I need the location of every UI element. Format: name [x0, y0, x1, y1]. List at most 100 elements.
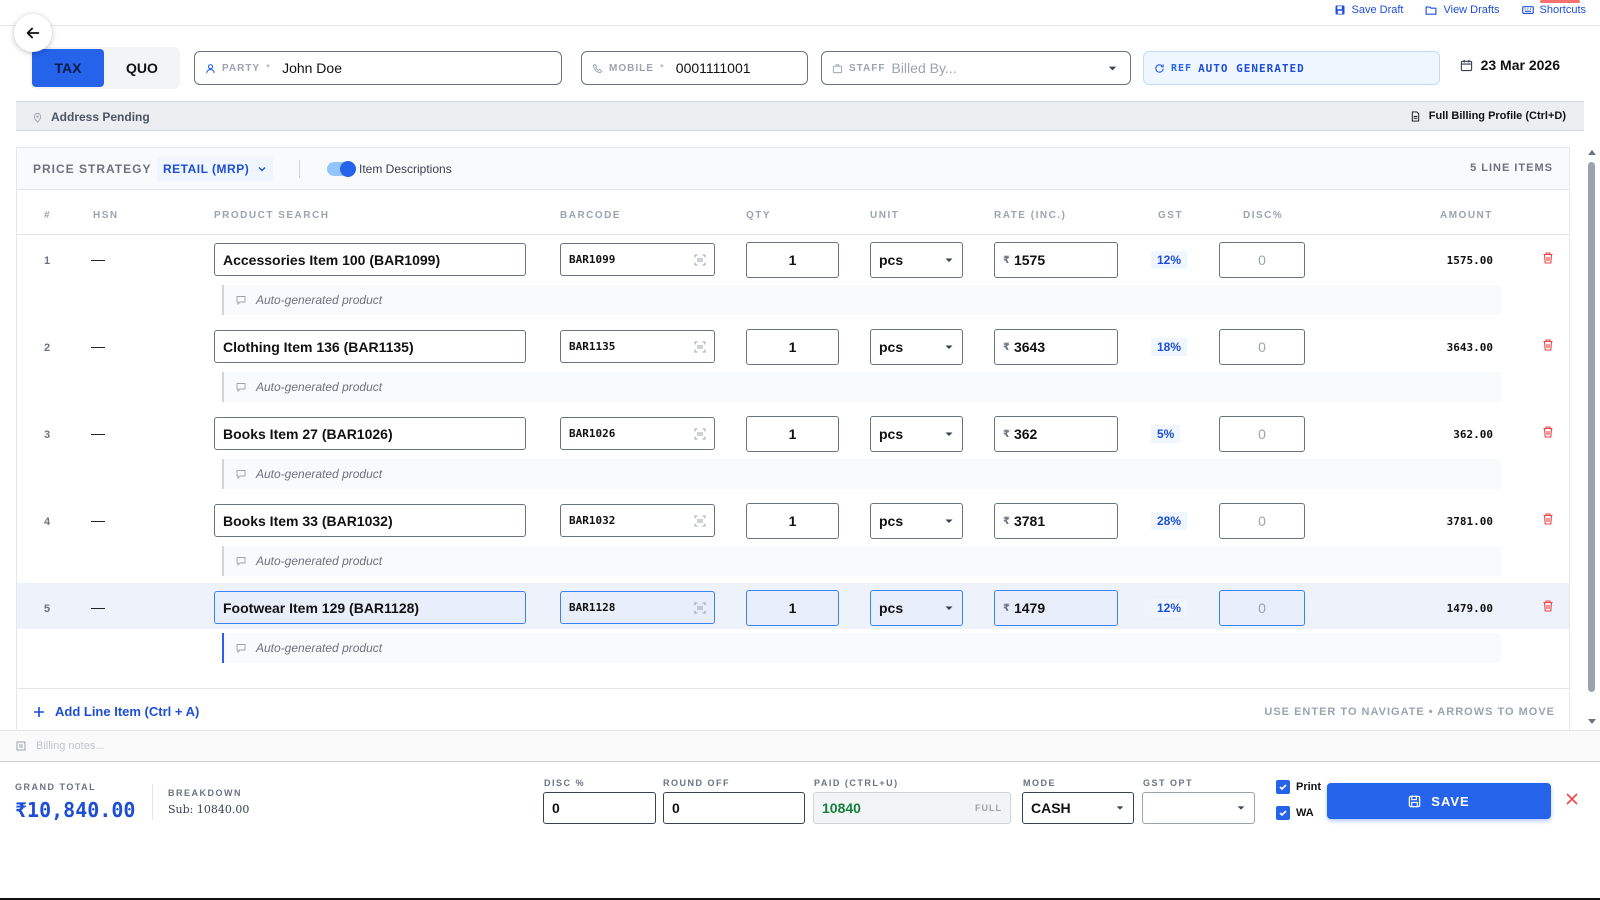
trash-icon[interactable] [1541, 338, 1555, 352]
back-button[interactable] [14, 14, 52, 52]
row-number: 3 [44, 429, 51, 441]
trash-icon[interactable] [1541, 251, 1555, 265]
qty-input[interactable]: 1 [746, 590, 839, 626]
product-search-input[interactable]: Books Item 27 (BAR1026) [214, 417, 526, 450]
qty-input[interactable]: 1 [746, 242, 839, 278]
item-description-text: Auto-generated product [256, 380, 383, 394]
trash-icon[interactable] [1541, 425, 1555, 439]
billing-notes-input[interactable]: Billing notes... [0, 730, 1600, 762]
address-status[interactable]: Address Pending [32, 110, 150, 124]
gst-opt-select[interactable] [1142, 792, 1255, 824]
mobile-value: 0001111001 [675, 60, 751, 76]
discount-percent-value: 0 [1258, 252, 1266, 268]
discount-value: 0 [552, 800, 560, 816]
print-checkbox[interactable]: Print [1276, 780, 1321, 794]
row-hsn: — [91, 251, 105, 267]
barcode-scan-icon[interactable] [694, 254, 706, 266]
round-off-input[interactable]: 0 [663, 792, 805, 824]
item-description[interactable]: Auto-generated product [222, 459, 1501, 489]
save-draft-button[interactable]: Save Draft [1334, 4, 1403, 16]
discount-percent-input[interactable]: 0 [1219, 242, 1305, 278]
rate-input[interactable]: ₹1575 [994, 242, 1118, 278]
payment-mode-select[interactable]: CASH [1022, 792, 1134, 824]
barcode-input[interactable]: BAR1032 [560, 504, 715, 537]
qty-value: 1 [788, 339, 797, 355]
address-bar: Address Pending Full Billing Profile (Ct… [16, 101, 1584, 131]
discount-percent-input[interactable]: 0 [1219, 503, 1305, 539]
product-search-input[interactable]: Footwear Item 129 (BAR1128) [214, 591, 526, 624]
view-drafts-button[interactable]: View Drafts [1425, 4, 1500, 16]
discount-percent-input[interactable]: 0 [1219, 416, 1305, 452]
document-icon [1411, 110, 1419, 122]
row-amount: 362.00 [1453, 428, 1493, 441]
barcode-value: BAR1026 [569, 427, 616, 440]
gst-opt-label: GST OPT [1143, 778, 1194, 788]
address-status-text: Address Pending [51, 110, 150, 124]
barcode-input[interactable]: BAR1128 [560, 591, 715, 624]
discount-percent-input[interactable]: 0 [1219, 590, 1305, 626]
product-search-input[interactable]: Books Item 33 (BAR1032) [214, 504, 526, 537]
party-field[interactable]: PARTY * John Doe [194, 51, 562, 85]
barcode-scan-icon[interactable] [694, 341, 706, 353]
rupee-symbol: ₹ [1003, 602, 1010, 614]
scrollbar[interactable] [1586, 146, 1598, 730]
discount-percent-value: 0 [1258, 339, 1266, 355]
paid-input[interactable]: 10840 FULL [813, 792, 1011, 824]
unit-select[interactable]: pcs [870, 416, 963, 452]
qty-input[interactable]: 1 [746, 503, 839, 539]
barcode-input[interactable]: BAR1099 [560, 243, 715, 276]
qty-input[interactable]: 1 [746, 416, 839, 452]
rate-input[interactable]: ₹362 [994, 416, 1118, 452]
item-description[interactable]: Auto-generated product [222, 285, 1501, 315]
table-row: 4 — Books Item 33 (BAR1032) BAR1032 1 pcs ₹378… [17, 496, 1569, 584]
barcode-scan-icon[interactable] [694, 602, 706, 614]
unit-select[interactable]: pcs [870, 329, 963, 365]
subtotal-value: Sub: 10840.00 [168, 803, 250, 816]
item-description[interactable]: Auto-generated product [222, 546, 1501, 576]
mobile-field[interactable]: MOBILE * 0001111001 [581, 51, 808, 85]
price-strategy-select[interactable]: RETAIL (MRP) [157, 157, 274, 181]
caret-down-icon [1108, 66, 1117, 71]
breakdown-label: BREAKDOWN [168, 788, 242, 798]
rate-input[interactable]: ₹3781 [994, 503, 1118, 539]
item-descriptions-toggle[interactable] [327, 161, 356, 177]
unit-select[interactable]: pcs [870, 503, 963, 539]
col-qty: QTY [746, 210, 772, 221]
row-main: 3 — Books Item 27 (BAR1026) BAR1026 1 pcs ₹362… [17, 409, 1569, 455]
scrollbar-thumb[interactable] [1588, 162, 1595, 692]
add-line-item-button[interactable]: Add Line Item (Ctrl + A) [33, 704, 199, 719]
item-description[interactable]: Auto-generated product [222, 633, 1501, 663]
unit-select[interactable]: pcs [870, 242, 963, 278]
discount-input[interactable]: 0 [543, 792, 656, 824]
save-button[interactable]: SAVE [1327, 783, 1551, 819]
item-description[interactable]: Auto-generated product [222, 372, 1501, 402]
required-mark: * [266, 62, 271, 74]
barcode-scan-icon[interactable] [694, 428, 706, 440]
barcode-input[interactable]: BAR1135 [560, 330, 715, 363]
full-billing-profile-link[interactable]: Full Billing Profile (Ctrl+D) [1410, 110, 1566, 122]
unit-value: pcs [879, 426, 904, 442]
barcode-scan-icon[interactable] [694, 515, 706, 527]
wa-checkbox[interactable]: WA [1276, 806, 1314, 820]
barcode-input[interactable]: BAR1026 [560, 417, 715, 450]
shortcuts-button[interactable]: Shortcuts [1521, 0, 1586, 16]
gst-badge: 12% [1151, 251, 1188, 269]
row-amount: 1479.00 [1446, 602, 1493, 615]
invoice-date[interactable]: 23 Mar 2026 [1460, 57, 1560, 73]
doc-type-tax[interactable]: TAX [32, 49, 104, 87]
staff-select[interactable]: STAFF Billed By... [821, 51, 1131, 85]
wa-label: WA [1296, 807, 1314, 819]
product-search-input[interactable]: Accessories Item 100 (BAR1099) [214, 243, 526, 276]
doc-type-quo[interactable]: QUO [106, 49, 178, 87]
rate-input[interactable]: ₹3643 [994, 329, 1118, 365]
trash-icon[interactable] [1541, 512, 1555, 526]
rate-input[interactable]: ₹1479 [994, 590, 1118, 626]
product-search-input[interactable]: Clothing Item 136 (BAR1135) [214, 330, 526, 363]
qty-input[interactable]: 1 [746, 329, 839, 365]
calendar-icon [1460, 59, 1472, 71]
discount-percent-input[interactable]: 0 [1219, 329, 1305, 365]
unit-select[interactable]: pcs [870, 590, 963, 626]
trash-icon[interactable] [1541, 599, 1555, 613]
close-icon[interactable] [1564, 791, 1580, 807]
caret-down-icon [1237, 806, 1245, 810]
